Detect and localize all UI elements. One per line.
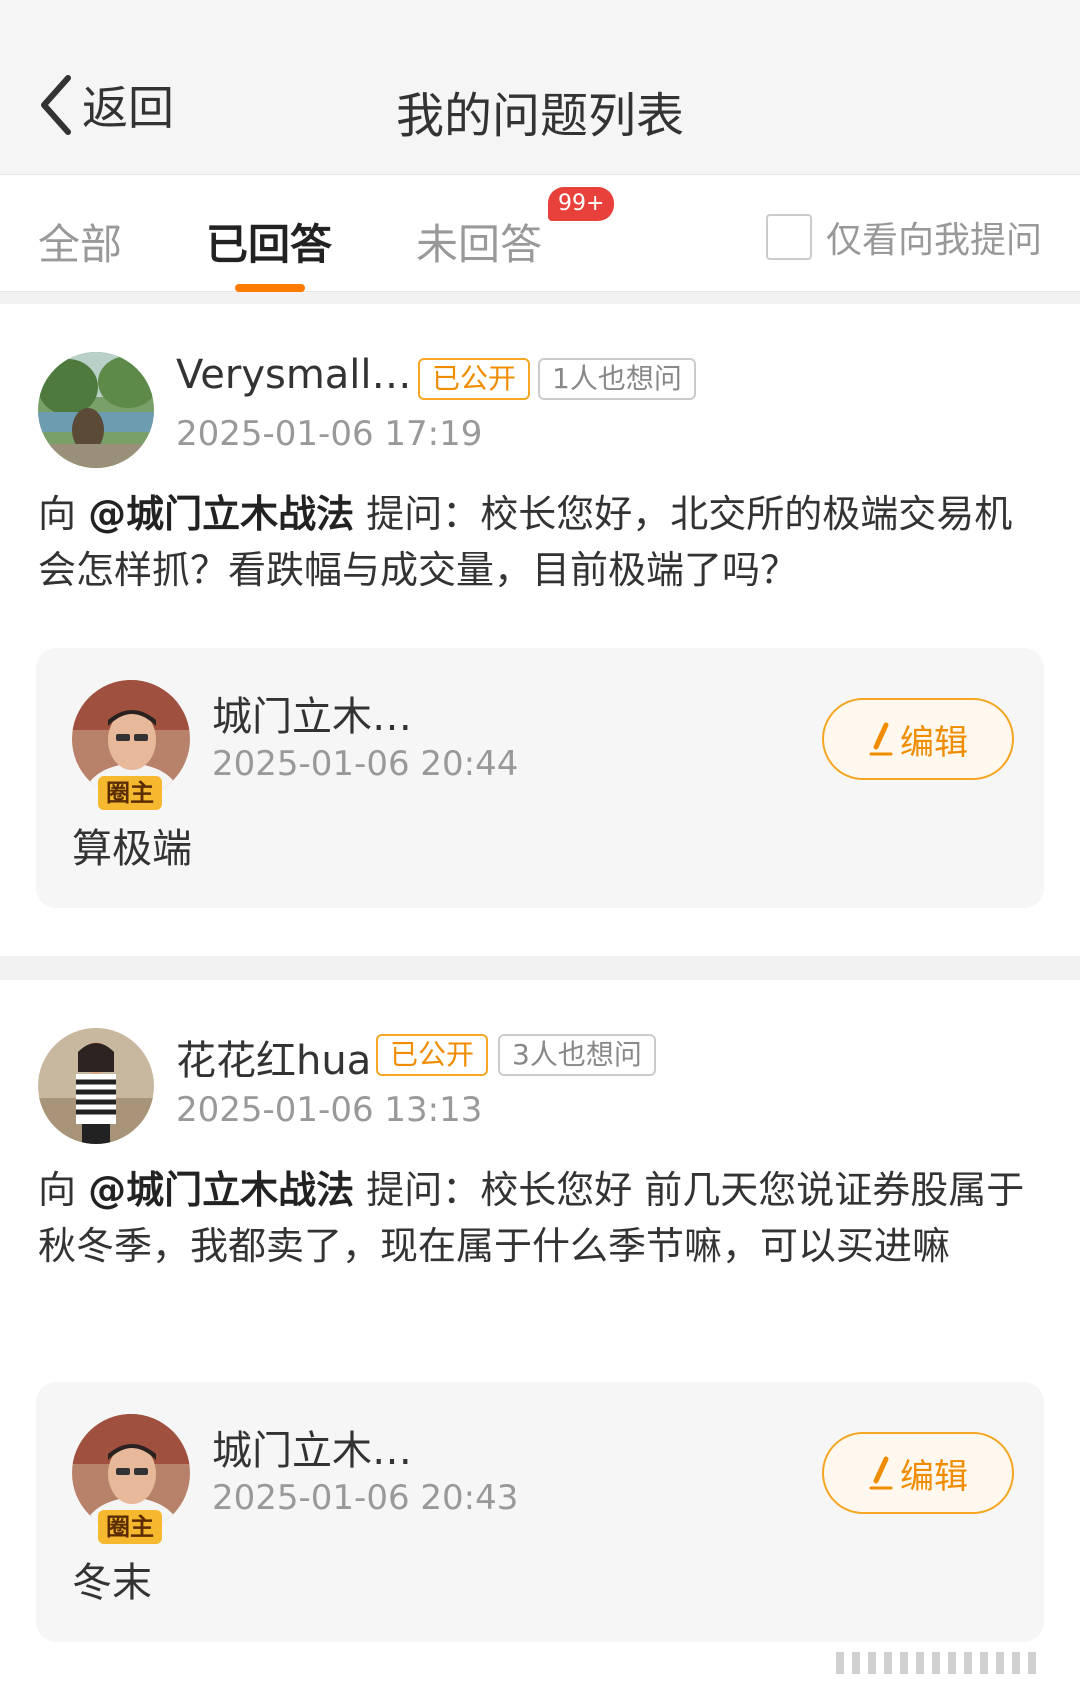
active-tab-indicator (235, 284, 305, 292)
also-ask-tag[interactable]: 3人也想问 (498, 1034, 656, 1076)
tab-bar: 全部 已回答 未回答 99+ 仅看向我提问 (0, 174, 1080, 292)
home-indicator (836, 1652, 1036, 1674)
answerer-name[interactable]: 城门立木… (212, 684, 412, 742)
answer-text: 冬末 (72, 1560, 152, 1606)
edit-button[interactable]: 编辑 (822, 1432, 1014, 1514)
landscape-avatar-image (38, 352, 154, 468)
public-tag: 已公开 (376, 1034, 489, 1076)
public-tag: 已公开 (418, 358, 531, 400)
owner-badge: 圈主 (98, 776, 162, 810)
answer-box: 圈主 城门立木… 2025-01-06 20:44 算极端 编辑 (36, 648, 1044, 908)
only-asked-to-me-filter[interactable]: 仅看向我提问 (765, 211, 1042, 263)
answer-text: 算极端 (72, 826, 192, 872)
answer-box: 圈主 城门立木… 2025-01-06 20:43 冬末 编辑 (36, 1382, 1044, 1642)
question-prefix: 向 (38, 1168, 89, 1212)
mention-link[interactable]: @城门立木战法 (88, 1168, 354, 1212)
tab-answered[interactable]: 已回答 (206, 211, 332, 272)
answer-time: 2025-01-06 20:43 (212, 1478, 519, 1518)
also-ask-tag[interactable]: 1人也想问 (538, 358, 696, 400)
owner-badge: 圈主 (98, 1510, 162, 1544)
tab-all[interactable]: 全部 (38, 211, 122, 272)
question-card[interactable]: 花花红hua 已公开 3人也想问 2025-01-06 13:13 向 @城门立… (0, 980, 1080, 1688)
asker-avatar[interactable] (38, 352, 154, 468)
question-time: 2025-01-06 17:19 (176, 414, 483, 454)
top-bar: 返回 我的问题列表 (0, 0, 1080, 174)
edit-button[interactable]: 编辑 (822, 698, 1014, 780)
question-text: 向 @城门立木战法 提问：校长您好，北交所的极端交易机会怎样抓？看跌幅与成交量，… (38, 486, 1048, 598)
mention-link[interactable]: @城门立木战法 (88, 492, 354, 536)
filter-label: 仅看向我提问 (825, 220, 1042, 261)
unanswered-count-badge: 99+ (548, 187, 615, 221)
question-card[interactable]: Verysmall… 已公开 1人也想问 2025-01-06 17:19 向 … (0, 304, 1080, 956)
filter-checkbox[interactable] (765, 214, 812, 260)
question-text: 向 @城门立木战法 提问：校长您好 前几天您说证券股属于秋冬季，我都卖了，现在属… (38, 1162, 1048, 1274)
tab-unanswered[interactable]: 未回答 (416, 211, 542, 272)
asker-name[interactable]: 花花红hua (176, 1028, 371, 1086)
asker-avatar[interactable] (38, 1028, 154, 1144)
edit-label: 编辑 (900, 1456, 968, 1497)
answer-time: 2025-01-06 20:44 (212, 744, 519, 784)
page-title: 我的问题列表 (395, 88, 684, 144)
answerer-name[interactable]: 城门立木… (212, 1418, 412, 1476)
asker-name[interactable]: Verysmall… (176, 352, 412, 398)
edit-label: 编辑 (900, 722, 968, 763)
pencil-icon (869, 1456, 893, 1490)
person-avatar-image (38, 1028, 154, 1144)
question-prefix: 向 (38, 492, 89, 536)
pencil-icon (869, 722, 893, 756)
question-time: 2025-01-06 13:13 (176, 1090, 483, 1130)
